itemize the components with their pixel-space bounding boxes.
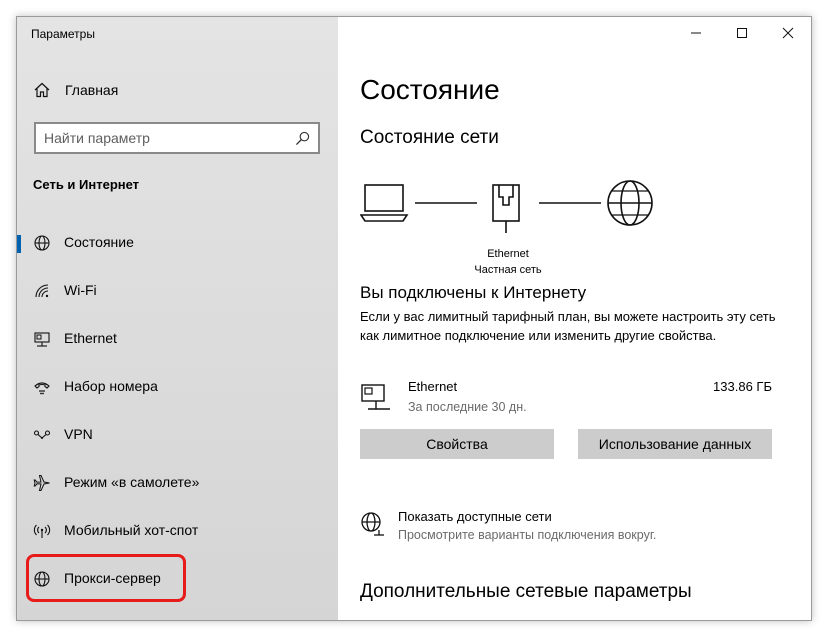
section-title: Сеть и Интернет <box>33 177 140 192</box>
sidebar-home-label: Главная <box>65 82 119 98</box>
sidebar-item-label: VPN <box>64 426 93 442</box>
internet-globe-icon <box>607 180 653 226</box>
network-status-title: Состояние сети <box>360 127 499 148</box>
ethernet-icon <box>34 332 50 347</box>
sidebar-item-vpn[interactable]: VPN <box>17 415 338 455</box>
minimize-button[interactable] <box>673 17 719 49</box>
show-networks-title: Показать доступные сети <box>398 509 552 524</box>
network-globe-icon <box>361 512 384 536</box>
data-usage-button[interactable]: Использование данных <box>578 429 772 459</box>
window-controls <box>673 17 811 49</box>
minimize-icon <box>691 32 701 34</box>
connection-usage: 133.86 ГБ <box>713 379 772 394</box>
advanced-settings-title: Дополнительные сетевые параметры <box>360 581 692 602</box>
ethernet-adapter-icon <box>492 184 520 233</box>
maximize-button[interactable] <box>719 17 765 49</box>
network-diagram: Ethernet Частная сеть <box>359 177 660 277</box>
connection-period: За последние 30 дн. <box>408 400 527 414</box>
sidebar-item-label: Мобильный хот-спот <box>64 522 199 538</box>
sidebar-item-label: Состояние <box>64 234 134 250</box>
close-button[interactable] <box>765 17 811 49</box>
network-type-caption: Частная сеть <box>474 264 542 276</box>
search-icon[interactable] <box>295 131 310 146</box>
connected-status: Вы подключены к Интернету <box>360 283 587 302</box>
sidebar-item-label: Wi-Fi <box>64 282 97 298</box>
sidebar-home[interactable]: Главная <box>33 81 118 99</box>
airplane-icon <box>33 475 50 491</box>
settings-window: Параметры Главная Сеть и Интернет Состоя… <box>16 16 812 621</box>
sidebar-item-dialup[interactable]: Набор номера <box>17 367 338 407</box>
sidebar-item-label: Набор номера <box>64 378 158 394</box>
sidebar-item-label: Ethernet <box>64 330 117 346</box>
sidebar-item-ethernet[interactable]: Ethernet <box>17 319 338 359</box>
main-content: Состояние Состояние сети Ethernet Частна… <box>338 17 811 620</box>
dialup-icon <box>34 382 50 395</box>
sidebar-item-label: Режим «в самолете» <box>64 474 200 490</box>
home-icon <box>34 82 50 98</box>
computer-icon <box>359 184 409 222</box>
sidebar-item-airplane[interactable]: Режим «в самолете» <box>17 463 338 503</box>
connection-row: Ethernet За последние 30 дн. 133.86 ГБ <box>360 379 780 419</box>
window-title: Параметры <box>31 27 95 41</box>
connection-name: Ethernet <box>408 379 458 394</box>
hotspot-icon <box>33 524 51 538</box>
sidebar-item-hotspot[interactable]: Мобильный хот-спот <box>17 511 338 551</box>
search-box[interactable] <box>34 122 320 154</box>
properties-button[interactable]: Свойства <box>360 429 554 459</box>
wifi-icon <box>35 284 49 298</box>
sidebar-item-wifi[interactable]: Wi-Fi <box>17 271 338 311</box>
close-icon <box>782 27 794 39</box>
adapter-name-caption: Ethernet <box>487 248 529 260</box>
sidebar-item-status[interactable]: Состояние <box>17 223 338 263</box>
maximize-icon <box>737 28 747 38</box>
globe-icon <box>34 235 50 251</box>
ethernet-connection-icon <box>361 384 390 410</box>
sidebar: Параметры Главная Сеть и Интернет Состоя… <box>17 17 338 620</box>
network-diagram-graphic <box>359 180 653 233</box>
search-input[interactable] <box>44 130 284 146</box>
page-title: Состояние <box>360 74 500 105</box>
show-networks-link[interactable]: Показать доступные сети Просмотрите вари… <box>360 509 780 549</box>
vpn-icon <box>33 430 51 439</box>
connected-description: Если у вас лимитный тарифный план, вы мо… <box>360 309 776 343</box>
proxy-highlight-frame <box>26 554 186 602</box>
show-networks-subtitle: Просмотрите варианты подключения вокруг. <box>398 528 657 542</box>
